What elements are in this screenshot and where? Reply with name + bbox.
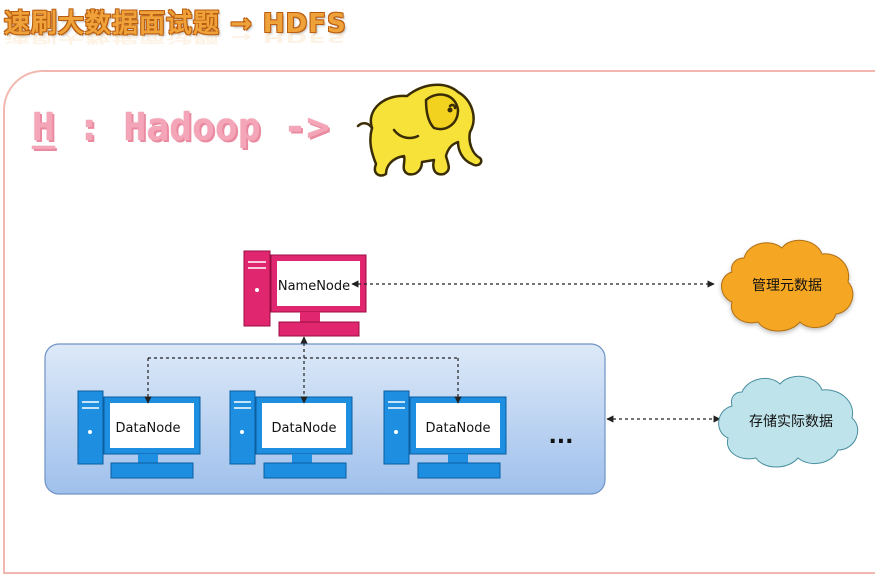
- more-datanodes-ellipsis: ...: [548, 424, 573, 449]
- datanode-2-label: DataNode: [272, 421, 337, 436]
- hdfs-architecture-diagram: NameNode DataNode DataNode DataNode ... …: [44, 239, 859, 495]
- datanode-3-label: DataNode: [426, 421, 491, 436]
- storage-cloud-label: 存储实际数据: [749, 414, 833, 430]
- datanode-1-label: DataNode: [116, 421, 181, 436]
- namenode-label: NameNode: [278, 279, 350, 294]
- metadata-cloud-label: 管理元数据: [752, 278, 822, 294]
